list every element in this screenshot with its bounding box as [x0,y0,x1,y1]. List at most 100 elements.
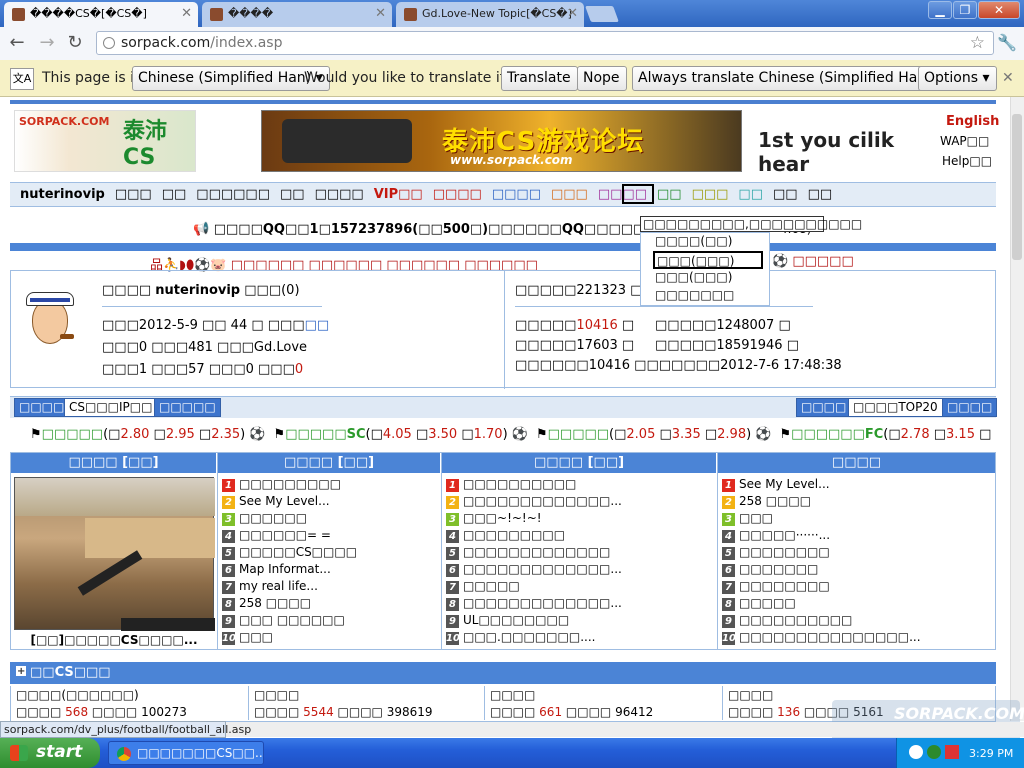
list-item[interactable]: 6 □□□□□□□ [722,562,992,579]
address-bar[interactable]: sorpack.com/index.asp ☆ [96,31,994,55]
expand-icon[interactable]: + [16,666,26,677]
toolbar-btn-left-c[interactable]: □□□□□ [154,398,221,417]
toolbar-btn-right-b[interactable]: □□□□TOP20 [848,398,943,417]
odds-item[interactable]: ⚑□□□□□(□2.05 □3.35 □2.98) ⚽ [536,427,772,442]
wap-link[interactable]: WAP□□ [940,134,989,148]
nav-item-12[interactable]: □□□ [692,187,729,202]
nav-item-4[interactable]: □□ [280,187,305,202]
list-item[interactable]: 8 □□□□□ [722,596,992,613]
dropdown-item-3[interactable]: □□□□□□□ [641,287,769,305]
category-strip-tail[interactable]: ⚽ □□□□□ [772,254,854,269]
list-item[interactable]: 2 See My Level... [222,494,438,511]
list-item[interactable]: 3 □□□□□□ [222,511,438,528]
site-banner[interactable]: 泰沛CS游戏论坛 www.sorpack.com [261,110,742,172]
list-item[interactable]: 3 □□□~!~!~! [446,511,714,528]
nav-item-9[interactable]: □□□ [551,187,588,202]
list-item[interactable]: 10 □□□□□□□□□□□□□□□... [722,630,992,647]
nope-button[interactable]: Nope [577,66,627,91]
tab-3[interactable]: Gd.Love-New Topic[�CS�] ✕ [396,2,584,27]
list-header-4[interactable]: □□□□ [718,453,995,473]
tray-icon-2[interactable] [927,745,941,759]
username[interactable]: nuterinovip [155,283,240,298]
close-window-icon[interactable]: ✕ [978,1,1020,19]
cs-section-col[interactable]: □□□□(□□□□□□) □□□□ 568 □□□□ 100273 [16,688,246,719]
list-item[interactable]: 8 258 □□□□ [222,596,438,613]
list-header-3[interactable]: □□□□ [□□] [442,453,716,473]
list-item[interactable]: 6 Map Informat... [222,562,438,579]
close-tab-icon[interactable]: ✕ [375,6,386,21]
taskbar-chrome-item[interactable]: □□□□□□□CS□□... [108,741,264,765]
nav-item-1[interactable]: □□□ [115,187,152,202]
list-item[interactable]: 5 □□□□□□□□□□□□□ [446,545,714,562]
nav-item-11[interactable]: □□ [657,187,682,202]
tab-1[interactable]: ����CS�[�CS�] ✕ [4,2,198,27]
site-logo[interactable]: SORPACK.COM 泰沛CS [14,110,196,172]
list-item[interactable]: 4 □□□□□······... [722,528,992,545]
tray-icon-1[interactable] [909,745,923,759]
dropdown-item-1[interactable]: □□□(□□□) [653,251,763,269]
list-item[interactable]: 1 □□□□□□□□□ [222,477,438,494]
close-tab-icon[interactable]: ✕ [181,6,192,21]
translate-button[interactable]: Translate [501,66,578,91]
odds-item[interactable]: ⚑□□□□□(□2.80 □2.95 □2.35) ⚽ [30,427,266,442]
cs-section-col[interactable]: □□□□ □□□□ 661 □□□□ 96412 [490,688,720,719]
featured-screenshot[interactable] [14,477,215,631]
toolbar-btn-left-a[interactable]: □□□□ [14,398,70,417]
toolbar-btn-left-b[interactable]: CS□□□IP□□ [64,398,158,417]
list-item[interactable]: 5 □□□□□□□□ [722,545,992,562]
nav-item-14[interactable]: □□ [773,187,798,202]
list-item[interactable]: 7 □□□□□ [446,579,714,596]
dropdown-item-0[interactable]: □□□□(□□) [641,233,769,251]
nav-item-7[interactable]: □□□□ [433,187,482,202]
close-infobar-icon[interactable]: ✕ [1002,70,1014,86]
maximize-icon[interactable]: ❐ [953,1,977,19]
close-tab-icon[interactable]: ✕ [567,6,578,21]
list-item[interactable]: 2 258 □□□□ [722,494,992,511]
list-header-2[interactable]: □□□□ [□□] [218,453,440,473]
nav-item-5[interactable]: □□□□ [315,187,364,202]
new-tab-button[interactable] [585,6,619,22]
options-button[interactable]: Options ▾ [918,66,997,91]
nav-item-0[interactable]: nuterinovip [20,187,105,202]
list-item[interactable]: 10 □□□.□□□□□□□.... [446,630,714,647]
list-item[interactable]: 4 □□□□□□= = [222,528,438,545]
clock[interactable]: 3:29 PM [969,747,1013,760]
toolbar-btn-right-a[interactable]: □□□□ [796,398,852,417]
nav-item-8[interactable]: □□□□ [492,187,541,202]
list-item[interactable]: 2 □□□□□□□□□□□□□... [446,494,714,511]
help-link[interactable]: Help□□ [942,154,992,168]
screenshot-caption[interactable]: [□□]□□□□□CS□□□□... [14,633,214,647]
reload-icon[interactable]: ↻ [64,34,86,54]
list-item[interactable]: 10 □□□ [222,630,438,647]
english-link[interactable]: English [946,114,999,129]
cs-section-header[interactable]: + □□CS□□□ [10,662,996,684]
list-item[interactable]: 9 □□□□□□□□□□ [722,613,992,630]
toolbar-btn-right-c[interactable]: □□□□ [942,398,998,417]
wrench-icon[interactable]: 🔧 [996,34,1018,54]
list-item[interactable]: 8 □□□□□□□□□□□□□... [446,596,714,613]
minimize-icon[interactable]: ▁ [928,1,952,19]
list-item[interactable]: 9 □□□ □□□□□□ [222,613,438,630]
scrollbar-thumb[interactable] [1012,114,1022,260]
list-item[interactable]: 6 □□□□□□□□□□□□□... [446,562,714,579]
forward-icon[interactable]: → [36,34,58,54]
language-select[interactable]: Chinese (Simplified Han) ▾ [132,66,330,91]
nav-item-13[interactable]: □□ [738,187,763,202]
list-item[interactable]: 7 my real life... [222,579,438,596]
odds-item[interactable]: ⚑□□□□□□FC(□2.78 □3.15 □ [780,427,992,442]
horizontal-scrollbar[interactable] [226,722,1024,737]
list-item[interactable]: 9 UL□□□□□□□□ [446,613,714,630]
nav-item-6[interactable]: VIP□□ [374,187,423,202]
cs-section-col[interactable]: □□□□ □□□□ 5544 □□□□ 398619 [254,688,482,719]
odds-ticker[interactable]: ⚑□□□□□(□2.80 □2.95 □2.35) ⚽ ⚑□□□□□SC(□4.0… [30,427,999,442]
nav-item-15[interactable]: □□ [808,187,833,202]
nav-item-3[interactable]: □□□□□□ [196,187,270,202]
notice-banner[interactable]: 📢 □□□□QQ□□1□157237896(□□500□)□□□□□□QQ□□□… [193,222,670,237]
back-icon[interactable]: ← [6,34,28,54]
tray-icon-3[interactable] [945,745,959,759]
dropdown-item-2[interactable]: □□□(□□□) [641,269,769,287]
list-item[interactable]: 1 □□□□□□□□□□ [446,477,714,494]
odds-item[interactable]: ⚑□□□□□SC(□4.05 □3.50 □1.70) ⚽ [274,427,528,442]
list-item[interactable]: 7 □□□□□□□□ [722,579,992,596]
start-button[interactable]: start [0,738,100,768]
